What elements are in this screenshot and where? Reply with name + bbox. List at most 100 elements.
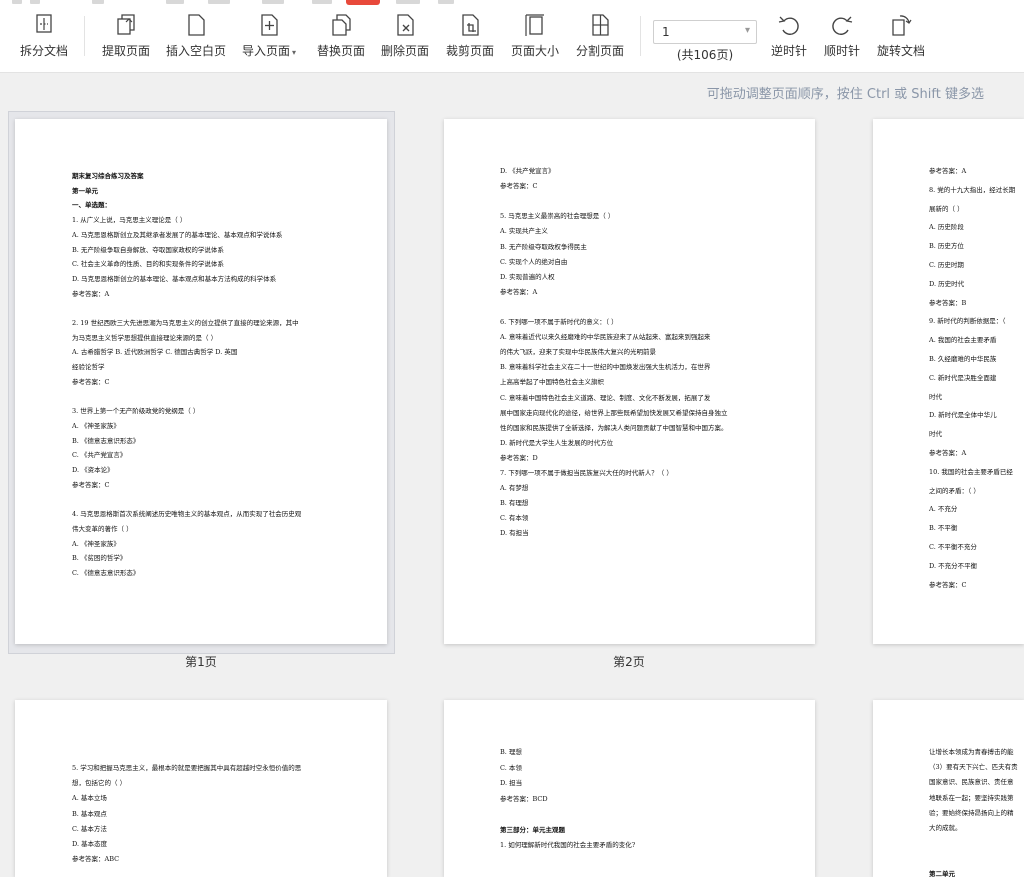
- page-text-line: 想，包括它的（ ）: [72, 779, 127, 788]
- page-text-line: D. 担当: [500, 779, 523, 787]
- replace-page-button[interactable]: 替换页面: [317, 12, 365, 64]
- page-text-line: 参考答案：C: [929, 580, 967, 589]
- page-text-line: C. 《德意志意识形态》: [72, 568, 140, 577]
- page-text-line: A. 有梦想: [500, 484, 529, 493]
- page-text-line: A. 《神圣家族》: [72, 421, 120, 430]
- page-text-line: 7. 下列哪一项不属于做担当民族复兴大任的时代新人？（ ）: [500, 469, 673, 477]
- page-text-line: 第二单元: [929, 869, 955, 877]
- page-text-line: 参考答案：A: [929, 449, 967, 457]
- page-text-line: 经验论哲学: [72, 363, 105, 372]
- rotate-document-button[interactable]: 旋转文档: [877, 12, 925, 64]
- page-thumbnail-4[interactable]: 5. 学习和把握马克思主义，最根本的就是要把握其中具有超越时空永恒价值的思 想，包…: [15, 700, 387, 877]
- page-text-line: A. 实现共产主义: [500, 227, 548, 236]
- page-text-line: 时代: [929, 392, 942, 401]
- page-text-line: 参考答案：ABC: [72, 855, 120, 864]
- delete-page-button[interactable]: 删除页面: [381, 12, 429, 64]
- page-text-line: 展新的（ ）: [929, 204, 964, 213]
- page-number-input[interactable]: 1 ▾: [653, 20, 757, 44]
- page-text-line: B. 无产阶级夺取政权争得民主: [500, 242, 587, 251]
- toolbar-divider: [640, 16, 641, 56]
- page-text-line: 大的成就。: [929, 824, 962, 832]
- page-text-line: 国家意识、民族意识、责任意: [929, 778, 1014, 787]
- page-text-line: C. 社会主义革命的性质、目的和实现条件的学说体系: [72, 260, 224, 269]
- page-text-line: 10. 我国的社会主要矛盾已经: [929, 467, 1013, 476]
- page-text-line: C. 《共产党宣言》: [72, 451, 127, 460]
- page-text-line: 一、单选题：: [72, 201, 111, 210]
- page-text-line: 参考答案：A: [500, 287, 538, 296]
- dropdown-caret-icon: ▾: [292, 48, 297, 57]
- rotate-document-label: 旋转文档: [877, 44, 926, 58]
- insert-blank-page-button[interactable]: 插入空白页: [166, 12, 226, 64]
- page-text-line: C. 历史时期: [929, 261, 964, 269]
- replace-page-label: 替换页面: [317, 44, 366, 58]
- import-page-icon: [261, 14, 278, 36]
- page-text-line: 参考答案：C: [500, 182, 538, 191]
- active-ribbon-tab[interactable]: [346, 0, 380, 5]
- page-text-line: 地联系在一起；要坚持实践第: [929, 793, 1014, 802]
- page-text-line: 之间的矛盾：（ ）: [929, 486, 980, 495]
- page-text-line: 1. 如何理解新时代我国的社会主要矛盾的变化?: [500, 841, 636, 849]
- split-document-button[interactable]: 拆分文档: [20, 12, 68, 64]
- page-count-label: (共106页): [676, 48, 734, 62]
- page-text-line: D. 历史时代: [929, 279, 965, 288]
- page-text-line: B. 《贫困的哲学》: [72, 554, 127, 563]
- split-doc-icon: [36, 14, 52, 33]
- page-text-line: A. 不充分: [929, 505, 958, 514]
- divide-page-button[interactable]: 分割页面: [576, 12, 624, 64]
- extract-pages-button[interactable]: 提取页面: [102, 12, 150, 64]
- page-thumbnail-6[interactable]: 让增长本领成为青春搏击的能 （3）要有天下兴亡、匹夫有责 国家意识、民族意识、责任意…: [873, 700, 1024, 877]
- page-text-line: 参考答案：D: [500, 453, 538, 462]
- page-text-line: 1. 从广义上说，马克思主义理论是（ ）: [72, 216, 187, 225]
- page-text-line: 上高高举起了中国特色社会主义旗帜: [500, 378, 604, 387]
- page-text-line: D. 有担当: [500, 529, 529, 538]
- page-text-line: 参考答案：BCD: [500, 794, 548, 803]
- rotate-clockwise-button[interactable]: 顺时针: [824, 12, 860, 64]
- page-text-line: 参考答案：A: [72, 289, 110, 298]
- rotate-ccw-label: 逆时针: [771, 44, 808, 58]
- page-text-line: C. 本领: [500, 763, 522, 772]
- divide-page-label: 分割页面: [576, 44, 625, 58]
- page-size-icon: [525, 14, 544, 36]
- page-tools-toolbar: 拆分文档 提取页面 插入空白页 导入页面 ▾ 替换页面 删除页面 裁剪页面 页面大…: [0, 0, 1024, 73]
- page-text-line: D. 新时代是大学生人生发展的时代方位: [500, 438, 614, 447]
- page-text-line: 参考答案：A: [929, 167, 967, 175]
- page-text-line: 让增长本领成为青春搏击的能: [929, 748, 1014, 756]
- page-text-line: 的伟大飞跃，迎来了实现中华民族伟大复兴的光明前景: [500, 348, 656, 357]
- page-text-line: C. 新时代是决胜全面建: [929, 373, 997, 382]
- page-label-1: 第1页: [185, 655, 217, 669]
- page-text-line: D. 《共产党宣言》: [500, 167, 555, 175]
- page-text-line: 第三部分：单元主观题: [500, 825, 565, 834]
- page-text-line: 2. 19 世纪西欧三大先进思潮为马克思主义的创立提供了直接的理论来源，其中: [72, 319, 299, 327]
- page-text-line: 5. 学习和把握马克思主义，最根本的就是要把握其中具有超越时空永恒价值的思: [72, 764, 302, 772]
- page-text-line: A. 马克思恩格斯创立及其继承者发展了的基本理论、基本观点和学说体系: [72, 230, 283, 239]
- page-thumbnail-5[interactable]: B. 理想 C. 本领 D. 担当 参考答案：BCD 第三部分：单元主观题 1. 如何…: [444, 700, 815, 877]
- page-text-line: C. 实现个人的绝对自由: [500, 257, 568, 266]
- page-text-line: A. 意味着近代以来久经磨难的中华民族迎来了从站起来、富起来到强起来: [500, 333, 711, 342]
- page-thumbnail-2[interactable]: D. 《共产党宣言》 参考答案：C 5. 马克思主义最崇高的社会理想是（ ） A. 实…: [444, 119, 815, 644]
- page-text-line: 5. 马克思主义最崇高的社会理想是（ ）: [500, 212, 615, 221]
- page-text-line: 期末复习综合练习及答案: [72, 172, 144, 180]
- crop-page-button[interactable]: 裁剪页面: [446, 12, 494, 64]
- page-number-value: 1: [662, 25, 670, 39]
- page-text-line: A. 我国的社会主要矛盾: [929, 336, 997, 345]
- page-text-line: 时代: [929, 430, 942, 439]
- page-text-line: B. 久经磨难的中华民族: [929, 355, 997, 363]
- page-text-line: D. 基本态度: [72, 840, 108, 848]
- page-text-line: C. 有本领: [500, 514, 529, 523]
- rotate-counterclockwise-button[interactable]: 逆时针: [771, 12, 807, 64]
- rotate-ccw-icon: [778, 16, 799, 35]
- divide-page-icon: [592, 14, 609, 36]
- insert-blank-page-label: 插入空白页: [166, 44, 227, 58]
- page-text-line: B. 有理想: [500, 499, 529, 508]
- page-text-line: 伟大变革的著作（ ）: [72, 524, 133, 533]
- page-text-line: C. 不平衡不充分: [929, 543, 977, 551]
- page-size-button[interactable]: 页面大小: [511, 12, 559, 64]
- chevron-down-icon[interactable]: ▾: [745, 25, 750, 36]
- page-text-line: A. 基本立场: [72, 794, 107, 803]
- import-pages-button[interactable]: 导入页面 ▾: [242, 12, 296, 64]
- page-thumbnail-1[interactable]: 期末复习综合练习及答案 第一单元 一、单选题： 1. 从广义上说，马克思主义理论是（ …: [15, 119, 387, 644]
- page-thumbnail-3[interactable]: 参考答案：A 8. 党的十九大指出，经过长期 展新的（ ） A. 历史阶段 B. 历…: [873, 119, 1024, 644]
- page-text-line: B. 不平衡: [929, 524, 958, 533]
- toolbar-divider: [84, 16, 85, 56]
- page-label-2: 第2页: [613, 655, 645, 669]
